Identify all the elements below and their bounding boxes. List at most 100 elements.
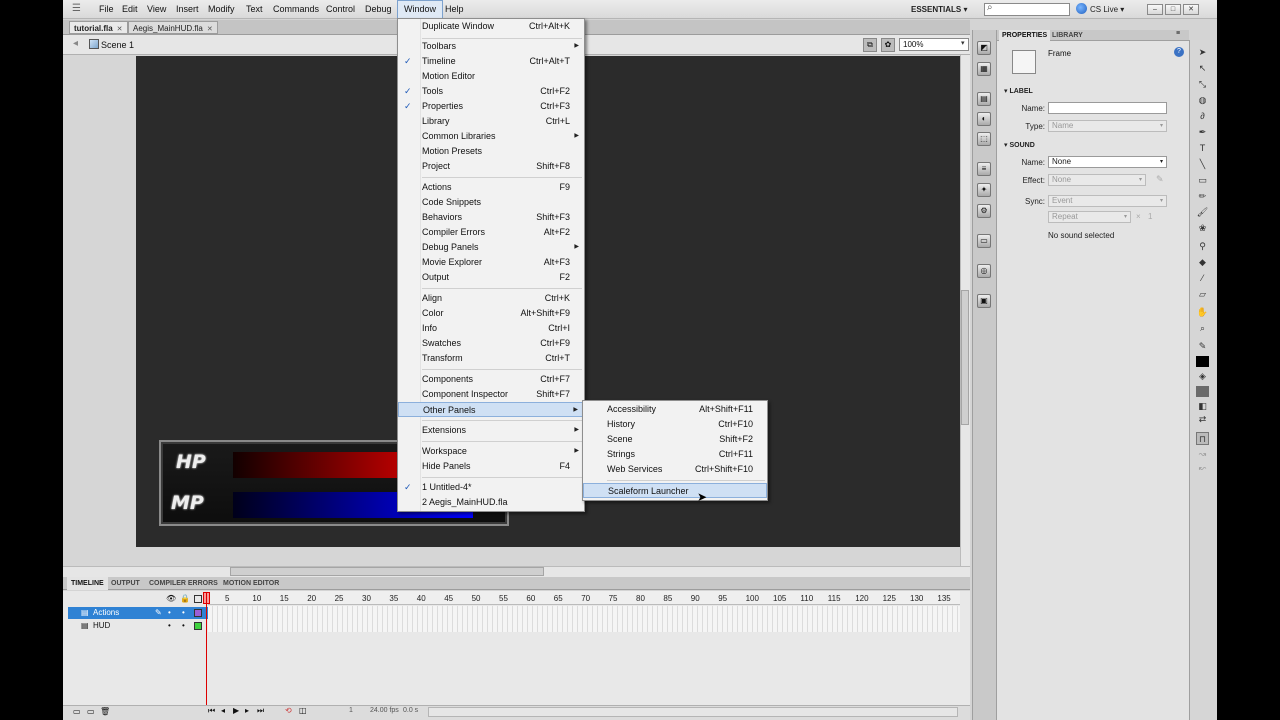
paint-bucket-tool-icon[interactable]: ◆ [1196, 256, 1209, 269]
menu-extensions[interactable]: Extensions ▶ [398, 423, 584, 438]
eyedropper-tool-icon[interactable]: ⁄ [1196, 272, 1209, 285]
help-search-input[interactable] [984, 3, 1070, 16]
subselection-tool-icon[interactable]: ↖ [1196, 62, 1209, 75]
scene-breadcrumb[interactable]: Scene 1 [101, 38, 134, 52]
fill-color-swatch[interactable] [1196, 386, 1209, 397]
menu-edit[interactable]: Edit [116, 0, 144, 19]
doc-tab-aegis[interactable]: Aegis_MainHUD.fla ✕ [128, 21, 218, 34]
rectangle-tool-icon[interactable]: ▭ [1196, 174, 1209, 187]
menu-motion-presets[interactable]: Motion Presets [398, 144, 584, 159]
menu-align[interactable]: Align Ctrl+K [398, 291, 584, 306]
layer-color-swatch[interactable] [194, 622, 202, 630]
tab-library[interactable]: LIBRARY [1049, 30, 1086, 41]
menu-debug[interactable]: Debug [359, 0, 398, 19]
menu-document-aegis[interactable]: 2 Aegis_MainHUD.fla [398, 495, 584, 510]
menu-toolbars[interactable]: Toolbars ▶ [398, 39, 584, 54]
layer-color-swatch[interactable] [194, 609, 202, 617]
tab-timeline[interactable]: TIMELINE [67, 577, 108, 590]
output-icon[interactable]: ▣ [977, 294, 991, 308]
menu-properties[interactable]: ✓ Properties Ctrl+F3 [398, 99, 584, 114]
free-transform-tool-icon[interactable]: ⤡ [1196, 78, 1209, 91]
align-icon[interactable]: ▤ [977, 92, 991, 106]
menu-components[interactable]: Components Ctrl+F7 [398, 372, 584, 387]
menu-tools[interactable]: ✓ Tools Ctrl+F2 [398, 84, 584, 99]
menu-history[interactable]: History Ctrl+F10 [583, 417, 767, 432]
swap-colors-icon[interactable]: ⇄ [1196, 413, 1209, 426]
component-inspector-icon[interactable]: ⚙ [977, 204, 991, 218]
close-icon[interactable]: ✕ [207, 26, 213, 33]
play-icon[interactable]: ▶ [233, 706, 239, 715]
line-tool-icon[interactable]: ╲ [1196, 158, 1209, 171]
menu-document-untitled-4[interactable]: ✓ 1 Untitled-4* [398, 480, 584, 495]
menu-debug-panels[interactable]: Debug Panels ▶ [398, 240, 584, 255]
new-folder-icon[interactable]: ▭ [87, 707, 95, 716]
workspace-switcher[interactable]: ESSENTIALS ▾ [911, 0, 967, 19]
menu-movie-explorer[interactable]: Movie Explorer Alt+F3 [398, 255, 584, 270]
last-frame-icon[interactable]: ⏭ [257, 706, 264, 716]
brush-tool-icon[interactable]: 🖌 [1196, 206, 1209, 219]
menu-modify[interactable]: Modify [202, 0, 241, 19]
tab-motion-editor[interactable]: MOTION EDITOR [219, 577, 283, 590]
sound-section-header[interactable]: ▾ SOUND [1004, 141, 1035, 149]
lock-dot[interactable]: • [182, 607, 185, 619]
menu-code-snippets[interactable]: Code Snippets [398, 195, 584, 210]
trash-icon[interactable]: 🗑 [100, 707, 110, 716]
label-type-select[interactable]: Name ▾ [1048, 120, 1167, 132]
menu-scene[interactable]: Scene Shift+F2 [583, 432, 767, 447]
bone-tool-icon[interactable]: ⚲ [1196, 240, 1209, 253]
menu-workspace[interactable]: Workspace ▶ [398, 444, 584, 459]
timeline-hscrollbar[interactable] [428, 707, 958, 717]
tab-output[interactable]: OUTPUT [107, 577, 144, 590]
repeat-count[interactable]: 1 [1148, 212, 1152, 221]
zoom-tool-icon[interactable]: ⌕ [1196, 322, 1209, 335]
doc-tab-tutorial[interactable]: tutorial.fla ✕ [69, 21, 128, 34]
layer-hud[interactable]: ▤ HUD • • [68, 620, 208, 632]
menu-scaleform-launcher[interactable]: Scaleform Launcher [583, 483, 767, 498]
menu-other-panels[interactable]: Other Panels ▶ [398, 402, 584, 417]
movie-explorer-icon[interactable]: ◎ [977, 264, 991, 278]
visible-dot[interactable]: • [168, 607, 171, 619]
menu-window[interactable]: Window [397, 0, 444, 19]
menu-duplicate-window[interactable]: Duplicate Window Ctrl+Alt+K [398, 19, 584, 34]
menu-control[interactable]: Control [320, 0, 361, 19]
info-icon[interactable]: ▦ [977, 62, 991, 76]
chevron-down-icon[interactable]: ▾ [961, 39, 965, 47]
actions-icon[interactable]: ▭ [977, 234, 991, 248]
menu-info[interactable]: Info Ctrl+I [398, 321, 584, 336]
horizontal-scroll-thumb[interactable] [230, 567, 544, 576]
lock-icon[interactable]: 🔒 [180, 594, 190, 603]
back-arrow-icon[interactable]: ◂ [73, 38, 78, 49]
step-forward-icon[interactable]: ▸ [245, 706, 249, 715]
selection-tool-icon[interactable]: ➤ [1196, 46, 1209, 59]
minimize-button[interactable]: – [1147, 4, 1163, 15]
text-tool-icon[interactable]: T [1196, 142, 1209, 155]
onion-skin-icon[interactable]: ◫ [299, 706, 307, 715]
transform-icon[interactable]: ⬚ [977, 132, 991, 146]
eraser-tool-icon[interactable]: ▱ [1196, 288, 1209, 301]
outline-icon[interactable] [194, 595, 202, 603]
stroke-color-swatch[interactable] [1196, 356, 1209, 367]
menu-hide-panels[interactable]: Hide Panels F4 [398, 459, 584, 474]
stroke-color-icon[interactable]: ✎ [1196, 340, 1209, 353]
cs-live-button[interactable]: CS Live ▾ [1090, 0, 1124, 19]
snap-to-objects-icon[interactable]: ⊓ [1196, 432, 1209, 445]
menu-web-services[interactable]: Web Services Ctrl+Shift+F10 [583, 462, 767, 477]
motion-presets-icon[interactable]: ◩ [977, 41, 991, 55]
menu-transform[interactable]: Transform Ctrl+T [398, 351, 584, 366]
menu-view[interactable]: View [141, 0, 172, 19]
frame-name-input[interactable] [1048, 102, 1167, 114]
fill-color-icon[interactable]: ◈ [1196, 370, 1209, 383]
menu-library[interactable]: Library Ctrl+L [398, 114, 584, 129]
help-icon[interactable]: ? [1174, 47, 1184, 57]
effect-select[interactable]: None ▾ [1048, 174, 1146, 186]
edit-symbols-icon[interactable]: ✿ [881, 38, 895, 52]
sync-select[interactable]: Event ▾ [1048, 195, 1167, 207]
deco-tool-icon[interactable]: ❀ [1196, 222, 1209, 235]
layer-actions[interactable]: ▤ Actions ✎ • • [68, 607, 208, 619]
panel-menu-icon[interactable]: ≡ [1176, 30, 1180, 37]
menu-timeline[interactable]: ✓ Timeline Ctrl+Alt+T [398, 54, 584, 69]
frame-rate[interactable]: 24.00 fps [370, 707, 399, 714]
pen-tool-icon[interactable]: ✒ [1196, 126, 1209, 139]
label-section-header[interactable]: ▾ LABEL [1004, 87, 1033, 95]
3d-rotation-tool-icon[interactable]: ◍ [1196, 94, 1209, 107]
